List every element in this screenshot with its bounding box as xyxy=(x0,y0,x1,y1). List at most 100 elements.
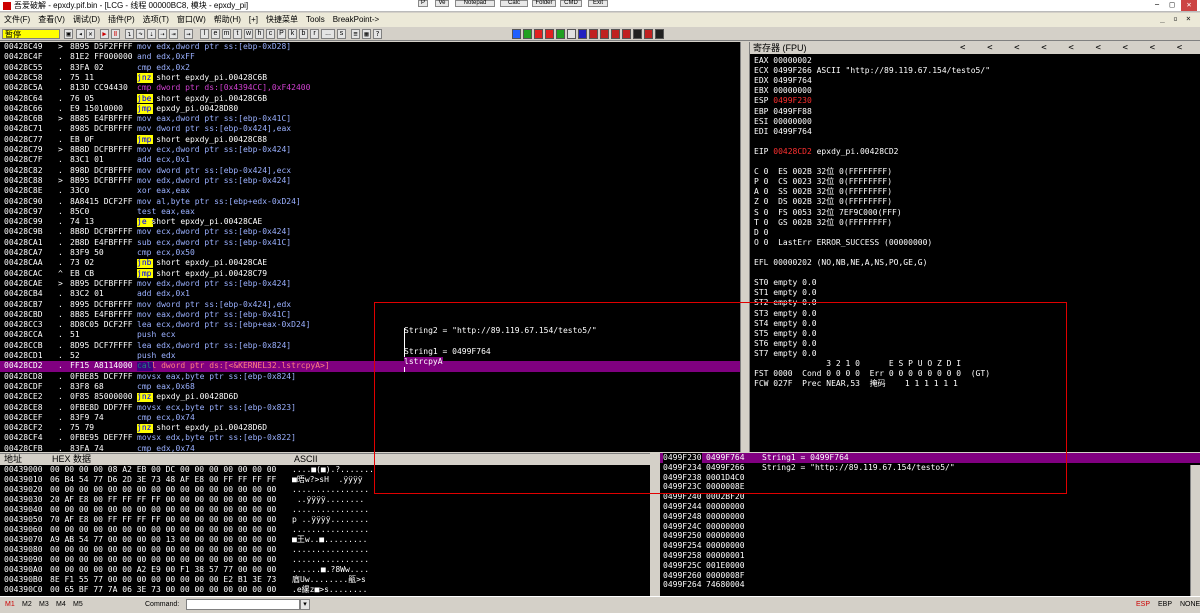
dump-col-ascii[interactable]: ASCII xyxy=(294,454,318,465)
disasm-row[interactable]: 00428CD8. 0FBE85 DCF7FF movsx eax,byte ptr… xyxy=(0,372,740,382)
dump-row[interactable]: 00439010 06 B4 54 77 D6 2D 3E 73 48 AF E8… xyxy=(0,475,650,485)
register-line[interactable]: EAX 00000002 xyxy=(754,56,812,66)
restart-icon[interactable]: ◂ xyxy=(76,29,85,39)
plugin-icon-4[interactable] xyxy=(545,29,554,39)
appearance-icon[interactable]: ▦ xyxy=(362,29,371,39)
plugin-icon-6[interactable] xyxy=(567,29,576,39)
step-over-icon[interactable]: ↷ xyxy=(136,29,145,39)
register-line[interactable]: EFL 00000202 (NO,NB,NE,A,NS,PO,GE,G) xyxy=(754,258,927,268)
disasm-row[interactable]: 00428C5A. 813D CC94430 cmp dword ptr ds:[0… xyxy=(0,83,740,93)
register-nav-arrows[interactable]: < < < < < < < < < < xyxy=(960,42,1200,54)
register-line[interactable]: 3 2 1 0 E S P U O Z D I xyxy=(754,359,961,369)
disasm-row[interactable]: 00428C97. 85C0 test eax,eax xyxy=(0,207,740,217)
bookmark-m2[interactable]: M2 xyxy=(22,597,32,613)
close-icon[interactable]: ✕ xyxy=(1181,0,1197,11)
disasm-row[interactable]: 00428C6B >8B85 E4FBFFFF mov eax,dword ptr … xyxy=(0,114,740,124)
disasm-row[interactable]: 00428CB7. 8995 DCFBFFFF mov dword ptr ss:[… xyxy=(0,300,740,310)
mdi-restore-icon[interactable]: ▫ xyxy=(1173,14,1178,25)
stack-row[interactable]: 0499F238 0001D4C0 xyxy=(660,473,1200,483)
register-line[interactable]: FST 0000 Cond 0 0 0 0 Err 0 0 0 0 0 0 0 … xyxy=(754,369,990,379)
dump-row[interactable]: 00439060 00 00 00 00 00 00 00 00 00 00 00… xyxy=(0,525,650,535)
disasm-row[interactable]: 00428CF2. 75 79 jnz short epxdy_pi.00428D6… xyxy=(0,423,740,433)
register-line[interactable]: ST4 empty 0.0 xyxy=(754,319,817,329)
status-ebp[interactable]: EBP xyxy=(1158,597,1172,613)
dump-row[interactable]: 004390A0 00 00 00 00 00 00 A2 E9 00 F1 38… xyxy=(0,565,650,575)
command-input[interactable] xyxy=(186,599,300,610)
disasm-row[interactable]: 00428CAC ^ EB CB jmp short epxdy_pi.00428C7… xyxy=(0,269,740,279)
disasm-row[interactable]: 00428C99. 74 13 je short epxdy_pi.00428CAE xyxy=(0,217,740,227)
register-line[interactable]: FCW 027F Prec NEAR,53 掩码 1 1 1 1 1 1 xyxy=(754,379,958,389)
dump-row[interactable]: 00439080 00 00 00 00 00 00 00 00 00 00 00… xyxy=(0,545,650,555)
register-line[interactable]: P 0 CS 0023 32位 0(FFFFFFFF) xyxy=(754,177,892,187)
register-line[interactable]: ST5 empty 0.0 xyxy=(754,329,817,339)
register-line[interactable]: T 0 GS 002B 32位 0(FFFFFFFF) xyxy=(754,218,892,228)
window-breakpoints-button[interactable]: b xyxy=(299,29,308,39)
disasm-row[interactable]: 00428C8E. 33C0 xor eax,eax xyxy=(0,186,740,196)
disasm-row[interactable]: 00428CAA. 73 02 jnb short epxdy_pi.00428CA… xyxy=(0,258,740,268)
stack-row[interactable]: 0499F250 00000000 xyxy=(660,531,1200,541)
disasm-row[interactable]: 00428C66. E9 15010000 jmp epxdy_pi.00428D8… xyxy=(0,104,740,114)
window-windows-button[interactable]: w xyxy=(244,29,253,39)
window-threads-button[interactable]: t xyxy=(233,29,242,39)
stack-scrollbar[interactable] xyxy=(1190,465,1200,596)
pause-icon[interactable]: Ⅱ xyxy=(111,29,120,39)
register-line[interactable]: S 0 FS 0053 32位 7EF9C000(FFF) xyxy=(754,208,902,218)
register-line[interactable]: EBP 0499FF88 xyxy=(754,107,812,117)
maximize-icon[interactable]: □ xyxy=(1165,0,1179,11)
plugin-icon-9[interactable] xyxy=(600,29,609,39)
menu-debug[interactable]: 调试(D) xyxy=(69,13,104,27)
disasm-row[interactable]: 00428C79 >8B8D DCFBFFFF mov ecx,dword ptr … xyxy=(0,145,740,155)
registers-pane[interactable]: 寄存器 (FPU) < < < < < < < < < < EAX 000000… xyxy=(750,42,1200,452)
register-line[interactable]: ST7 empty 0.0 xyxy=(754,349,817,359)
menu-view[interactable]: 查看(V) xyxy=(34,13,69,27)
bookmark-m5[interactable]: M5 xyxy=(73,597,83,613)
stack-row[interactable]: 0499F258 00000001 xyxy=(660,551,1200,561)
menu-plus[interactable]: [+] xyxy=(245,13,262,27)
disasm-row[interactable]: 00428CA1. 2B8D E4FBFFFF sub ecx,dword ptr … xyxy=(0,238,740,248)
disasm-row[interactable]: 00428C7F. 83C1 01 add ecx,0x1 xyxy=(0,155,740,165)
stack-row[interactable]: 0499F264 74680004 xyxy=(660,580,1200,590)
register-line[interactable]: A 0 SS 002B 32位 0(FFFFFFFF) xyxy=(754,187,892,197)
register-line[interactable]: ST2 empty 0.0 xyxy=(754,298,817,308)
stack-row[interactable]: 0499F244 00000000 xyxy=(660,502,1200,512)
bookmark-m4[interactable]: M4 xyxy=(56,597,66,613)
stack-row[interactable]: 0499F260 0000008F xyxy=(660,571,1200,581)
disasm-row[interactable]: 00428CDF. 83F8 68 cmp eax,0x68 xyxy=(0,382,740,392)
menu-tools[interactable]: Tools xyxy=(302,13,329,27)
disasm-row[interactable]: 00428CF4. 0FBE95 DEF7FF movsx edx,byte ptr… xyxy=(0,433,740,443)
top-button-calc[interactable]: Calc xyxy=(500,0,528,7)
stack-row[interactable]: 0499F254 00000000 xyxy=(660,541,1200,551)
register-line[interactable]: ESI 00000000 xyxy=(754,117,812,127)
run-icon[interactable]: ▶ xyxy=(100,29,109,39)
bookmark-m3[interactable]: M3 xyxy=(39,597,49,613)
register-line[interactable]: EDI 0499F764 xyxy=(754,127,812,137)
register-line[interactable]: EIP 00428CD2 epxdy_pi.00428CD2 xyxy=(754,147,899,157)
window-references-button[interactable]: r xyxy=(310,29,319,39)
window-memory-button[interactable]: m xyxy=(222,29,231,39)
dump-row[interactable]: 00439000 00 00 00 00 08 A2 EB 00 DC 00 00… xyxy=(0,465,650,475)
register-line[interactable]: ESP 0499F230 xyxy=(754,96,812,106)
window-patches-button[interactable]: P xyxy=(277,29,286,39)
mdi-minimize-icon[interactable]: _ xyxy=(1160,14,1165,25)
disasm-row[interactable]: 00428C82. 898D DCFBFFFF mov dword ptr ss:[… xyxy=(0,166,740,176)
window-callstack-button[interactable]: k xyxy=(288,29,297,39)
plugin-icon-3[interactable] xyxy=(534,29,543,39)
menu-help[interactable]: 帮助(H) xyxy=(210,13,245,27)
plugin-icon-10[interactable] xyxy=(611,29,620,39)
trace-into-icon[interactable]: ⇣ xyxy=(147,29,156,39)
stack-row[interactable]: 0499F234 0499F266 String2 = "http://89.119… xyxy=(660,463,1200,473)
stack-row[interactable]: 0499F240 0002BF20 xyxy=(660,492,1200,502)
bookmark-m1[interactable]: M1 xyxy=(5,597,15,613)
dump-row[interactable]: 00439050 70 AF E8 00 FF FF FF FF 00 00 00… xyxy=(0,515,650,525)
stack-row[interactable]: 0499F23C 0000008E xyxy=(660,482,1200,492)
register-line[interactable]: ST1 empty 0.0 xyxy=(754,288,817,298)
step-into-icon[interactable]: ↴ xyxy=(125,29,134,39)
plugin-icon-1[interactable] xyxy=(512,29,521,39)
register-line[interactable]: ST0 empty 0.0 xyxy=(754,278,817,288)
plugin-icon-2[interactable] xyxy=(523,29,532,39)
disasm-row[interactable]: 00428CE8. 0FBE8D DDF7FF movsx ecx,byte ptr… xyxy=(0,403,740,413)
window-runtrace-button[interactable]: ... xyxy=(321,29,335,39)
status-none[interactable]: NONE xyxy=(1180,597,1200,613)
stack-row[interactable]: 0499F230 0499F764 String1 = 0499F764 xyxy=(660,453,1200,463)
disasm-row[interactable]: 00428C77. EB 0F jmp short epxdy_pi.00428C8… xyxy=(0,135,740,145)
